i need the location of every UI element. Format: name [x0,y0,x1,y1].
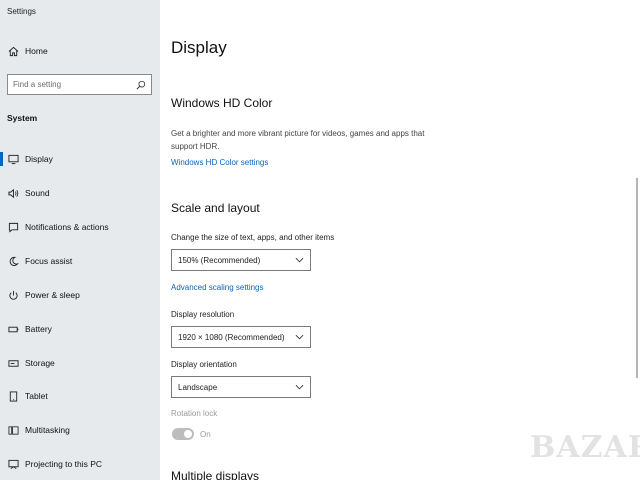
monitor-icon [7,153,19,165]
battery-icon [7,323,19,335]
sidebar-item-display[interactable]: Display [0,146,160,172]
sidebar-item-focus-assist[interactable]: Focus assist [0,248,160,274]
advanced-scaling-link[interactable]: Advanced scaling settings [171,283,264,292]
sidebar-item-projecting[interactable]: Projecting to this PC [0,451,160,477]
sidebar-item-sound[interactable]: Sound [0,180,160,206]
moon-icon [7,255,19,267]
sidebar-item-storage[interactable]: Storage [0,350,160,376]
sidebar-item-battery[interactable]: Battery [0,316,160,342]
sidebar-item-multitasking[interactable]: Multitasking [0,417,160,443]
orientation-label: Display orientation [171,360,237,369]
toggle-knob [184,430,192,438]
chevron-down-icon [292,382,306,392]
storage-icon [7,357,19,369]
search-input[interactable]: Find a setting [7,74,152,95]
sidebar-item-notifications[interactable]: Notifications & actions [0,214,160,240]
sidebar-item-tablet[interactable]: Tablet [0,383,160,409]
notification-icon [7,221,19,233]
resolution-label: Display resolution [171,310,235,319]
scale-heading: Scale and layout [171,201,260,215]
sidebar-item-label: Notifications & actions [25,222,109,232]
sidebar-item-label: Storage [25,358,55,368]
scale-value: 150% (Recommended) [178,255,261,265]
projecting-icon [7,458,19,470]
hdr-description-line1: Get a brighter and more vibrant picture … [171,129,425,138]
sidebar-home[interactable]: Home [0,38,160,64]
speaker-icon [7,187,19,199]
rotation-lock-label: Rotation lock [171,409,218,418]
main-content: Display Windows HD Color Get a brighter … [160,0,640,480]
window-title: Settings [7,7,36,16]
scale-dropdown[interactable]: 150% (Recommended) [171,249,311,271]
search-placeholder: Find a setting [13,80,62,89]
rotation-lock-state: On [200,430,211,439]
multiple-displays-heading: Multiple displays [171,469,260,480]
orientation-value: Landscape [178,382,218,392]
sidebar-item-label: Tablet [25,391,48,401]
sidebar-item-power-sleep[interactable]: Power & sleep [0,282,160,308]
hdr-description-line2: support HDR. [171,142,220,151]
sidebar-item-label: Focus assist [25,256,73,266]
sidebar-item-label: Display [25,154,53,164]
sidebar-item-label: Sound [25,188,50,198]
search-icon[interactable] [134,78,148,92]
sidebar-item-label: Multitasking [25,425,70,435]
home-icon [7,45,19,57]
resolution-dropdown[interactable]: 1920 × 1080 (Recommended) [171,326,311,348]
chevron-down-icon [292,255,306,265]
orientation-dropdown[interactable]: Landscape [171,376,311,398]
sidebar-home-label: Home [25,46,48,56]
multitasking-icon [7,424,19,436]
hdr-settings-link[interactable]: Windows HD Color settings [171,158,268,167]
power-icon [7,289,19,301]
sidebar: Settings Home Find a setting System Disp… [0,0,160,480]
size-label: Change the size of text, apps, and other… [171,233,335,242]
sidebar-item-label: Battery [25,324,52,334]
resolution-value: 1920 × 1080 (Recommended) [178,332,285,342]
watermark: BAZAR [530,430,640,465]
rotation-lock-toggle[interactable] [172,428,194,440]
sidebar-section-system: System [7,113,38,123]
hdr-heading: Windows HD Color [171,96,273,110]
scrollbar[interactable] [636,178,638,378]
sidebar-item-label: Projecting to this PC [25,459,103,469]
chevron-down-icon [292,332,306,342]
tablet-icon [7,390,19,402]
page-title: Display [171,38,227,57]
sidebar-item-label: Power & sleep [25,290,80,300]
